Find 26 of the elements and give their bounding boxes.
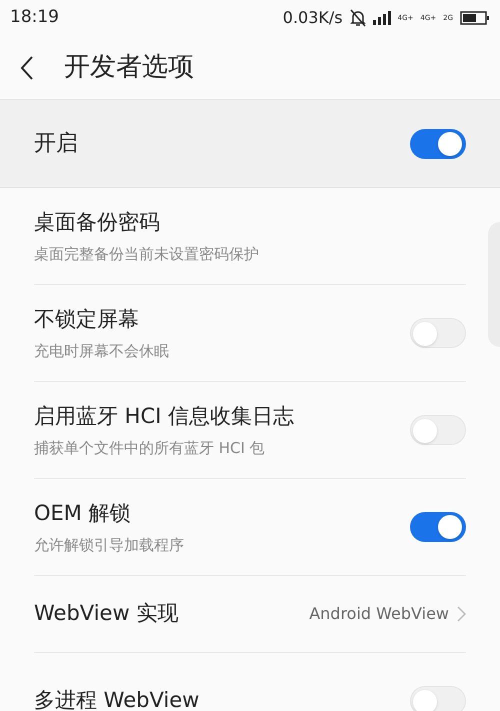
toggle-switch[interactable] [410, 512, 466, 542]
setting-title: 启用蓝牙 HCI 信息收集日志 [34, 403, 294, 430]
master-switch-label: 开启 [34, 130, 78, 158]
battery-icon [460, 11, 490, 25]
setting-subtitle: 允许解锁引导加载程序 [34, 534, 184, 556]
master-switch-row[interactable]: 开启 [0, 100, 500, 188]
setting-subtitle: 捕获单个文件中的所有蓝牙 HCI 包 [34, 438, 266, 458]
setting-title: OEM 解锁 [34, 500, 132, 527]
page-title: 开发者选项 [64, 51, 194, 84]
bell-off-icon [350, 9, 366, 27]
setting-value: Android WebView [309, 603, 449, 625]
setting-subtitle: 桌面完整备份当前未设置密码保护 [34, 244, 259, 264]
setting-title: 不锁定屏幕 [34, 306, 140, 333]
network-speed: 0.03K/s [282, 7, 343, 29]
toggle-switch[interactable] [410, 686, 466, 711]
toggle-switch[interactable] [410, 415, 466, 445]
setting-subtitle: 充电时屏幕不会休眠 [34, 340, 169, 362]
back-icon [20, 54, 34, 80]
setting-title: 多进程 WebView [34, 687, 200, 711]
signal-icon [372, 11, 391, 25]
chevron-right-icon [457, 606, 466, 622]
toggle-switch[interactable] [410, 128, 466, 158]
setting-title: WebView 实现 [34, 600, 178, 628]
status-time: 18:19 [10, 6, 59, 30]
setting-title: 桌面备份密码 [34, 209, 161, 236]
toggle-switch[interactable] [410, 318, 466, 348]
